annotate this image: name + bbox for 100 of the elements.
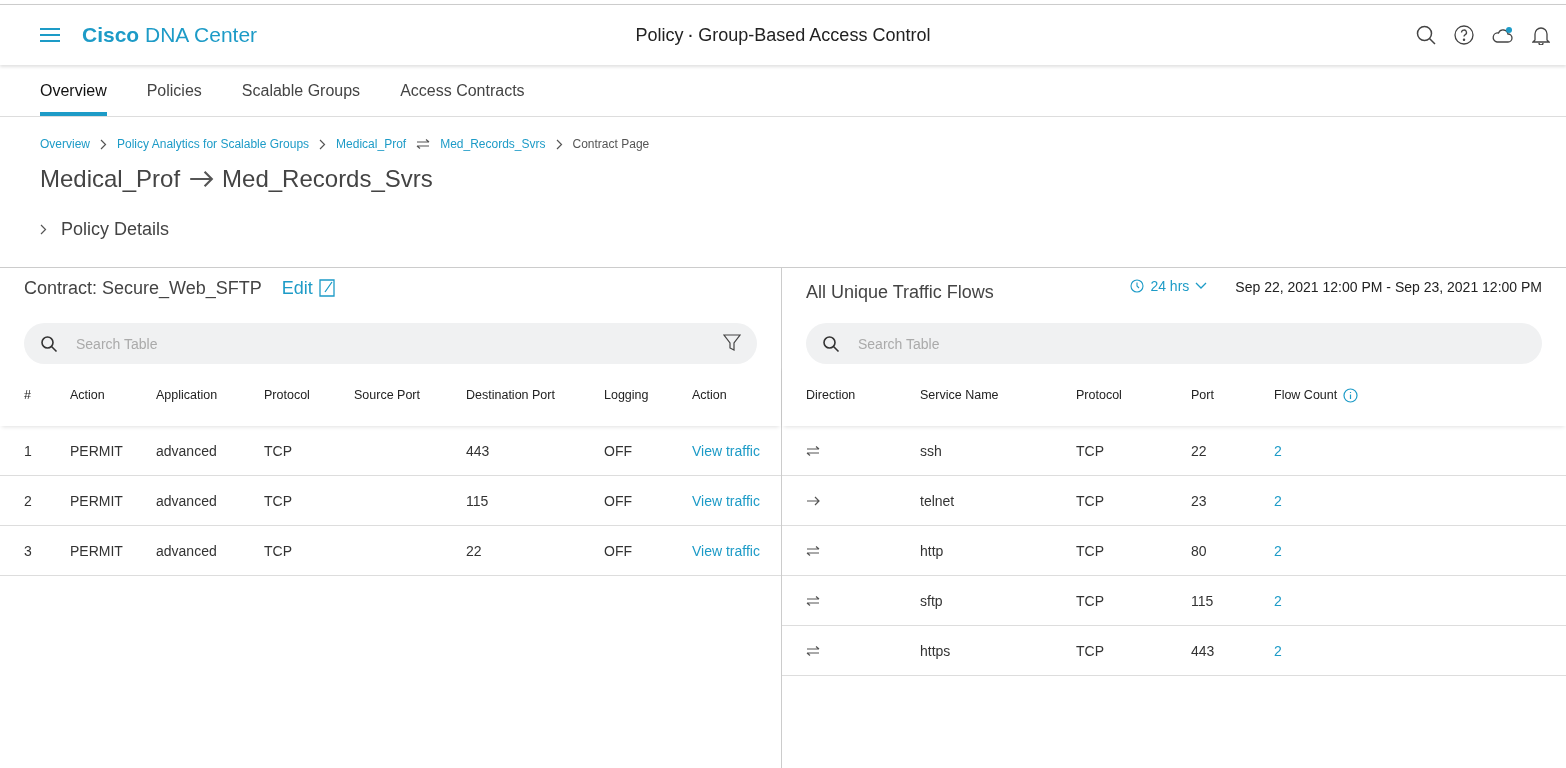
column-header: Service Name <box>920 388 1000 402</box>
edit-button[interactable]: Edit <box>281 277 335 299</box>
policy-details-toggle[interactable]: Policy Details <box>40 219 170 240</box>
column-header: Action <box>70 388 106 402</box>
table-cell-text: TCP <box>264 542 293 559</box>
breadcrumb-link[interactable]: Overview <box>40 137 90 151</box>
table-cell-text: https <box>920 642 952 659</box>
table-cell-text: TCP <box>1076 592 1105 609</box>
edit-icon <box>318 279 335 297</box>
view-traffic-link[interactable]: View traffic <box>692 542 781 559</box>
cloud-icon[interactable] <box>1492 26 1514 44</box>
app-logo[interactable]: Cisco DNA Center <box>82 23 258 47</box>
column-header: Flow Count <box>1274 388 1338 402</box>
column-header: # <box>24 388 32 402</box>
breadcrumb-link[interactable]: Med_Records_Svrs <box>440 137 546 151</box>
nav-tab[interactable]: Policies <box>146 65 202 116</box>
search-icon <box>822 335 840 353</box>
table-cell-text: advanced <box>156 442 218 459</box>
contract-title: Contract: Secure_Web_SFTP <box>24 277 262 299</box>
table-cell-text: 80 <box>1191 542 1208 559</box>
flow-count-link[interactable]: 2 <box>1274 542 1566 559</box>
info-icon[interactable] <box>1343 387 1359 403</box>
column-header: Protocol <box>1076 388 1123 402</box>
table-cell-text: TCP <box>264 492 293 509</box>
breadcrumb-current: Contract Page <box>572 137 650 151</box>
source-group-title: Medical_Prof <box>40 165 181 193</box>
table-cell-text: advanced <box>156 542 218 559</box>
search-field[interactable]: Search Table <box>24 323 757 364</box>
swap-arrows-icon <box>416 139 431 149</box>
table-cell-text: TCP <box>1076 542 1105 559</box>
menu-button[interactable] <box>40 28 60 42</box>
table-cell-text: ssh <box>920 442 943 459</box>
table-cell-text: 2 <box>24 492 33 509</box>
table-cell-text: PERMIT <box>70 442 124 459</box>
table-cell-text: 115 <box>1191 592 1215 609</box>
chevron-down-icon <box>1195 282 1208 290</box>
table-cell-text: 3 <box>24 542 33 559</box>
table-cell-text: TCP <box>1076 492 1105 509</box>
bidirectional-arrows-icon <box>806 595 820 606</box>
bidirectional-arrows-icon <box>806 445 820 456</box>
menu-icon <box>40 28 60 42</box>
column-header: Logging <box>604 388 650 402</box>
notification-bell-icon[interactable] <box>1532 25 1550 45</box>
table-cell-text: OFF <box>604 442 633 459</box>
page-heading: Policy · Group-Based Access Control <box>635 24 931 45</box>
view-traffic-link[interactable]: View traffic <box>692 492 781 509</box>
search-icon <box>40 335 58 353</box>
clock-icon <box>1130 279 1145 293</box>
table-cell-text: telnet <box>920 492 956 509</box>
table-cell-text: TCP <box>1076 642 1105 659</box>
table-cell-text: PERMIT <box>70 542 124 559</box>
column-header: Direction <box>806 388 857 402</box>
column-header: Destination Port <box>466 388 556 402</box>
breadcrumb-link[interactable]: Policy Analytics for Scalable Groups <box>117 137 310 151</box>
nav-tab[interactable]: Access Contracts <box>400 65 525 116</box>
table-cell-text: http <box>920 542 945 559</box>
time-range-dropdown[interactable]: 24 hrs <box>1130 278 1208 294</box>
right-arrow-icon <box>806 495 820 506</box>
nav-tab[interactable]: Overview <box>40 65 107 116</box>
filter-icon <box>723 334 741 352</box>
help-icon[interactable] <box>1454 25 1474 45</box>
flow-count-link[interactable]: 2 <box>1274 642 1566 659</box>
table-cell-text: 443 <box>466 442 491 459</box>
chevron-right-icon <box>40 224 47 235</box>
table-cell-text: TCP <box>264 442 293 459</box>
column-header: Protocol <box>264 388 311 402</box>
table-cell-text: PERMIT <box>70 492 124 509</box>
filter-button[interactable] <box>723 334 741 352</box>
bidirectional-arrows-icon <box>806 645 820 656</box>
column-header: Port <box>1191 388 1215 402</box>
search-field[interactable]: Search Table <box>806 323 1542 364</box>
table-cell-text: 22 <box>1191 442 1208 459</box>
chevron-right-icon <box>100 138 107 150</box>
table-cell-text: OFF <box>604 542 633 559</box>
table-cell-text: 1 <box>24 442 33 459</box>
breadcrumb-link[interactable]: Medical_Prof <box>336 137 407 151</box>
table-cell-text: 115 <box>466 492 490 509</box>
flow-count-link[interactable]: 2 <box>1274 442 1566 459</box>
chevron-right-icon <box>555 138 563 150</box>
table-cell-text: advanced <box>156 492 218 509</box>
column-header: Application <box>156 388 219 402</box>
view-traffic-link[interactable]: View traffic <box>692 442 781 459</box>
nav-tab[interactable]: Scalable Groups <box>241 65 361 116</box>
search-icon[interactable] <box>1416 25 1436 45</box>
right-arrow-icon <box>188 170 215 188</box>
bidirectional-arrows-icon <box>806 545 820 556</box>
table-cell-text: 22 <box>466 542 483 559</box>
date-range: Sep 22, 2021 12:00 PM - Sep 23, 2021 12:00 PM <box>1235 279 1542 295</box>
chevron-right-icon <box>319 138 327 150</box>
flow-count-link[interactable]: 2 <box>1274 492 1566 509</box>
table-cell-text: 23 <box>1191 492 1208 509</box>
table-cell-text: 443 <box>1191 642 1216 659</box>
table-cell-text: OFF <box>604 492 633 509</box>
table-cell-text: sftp <box>920 592 944 609</box>
flow-count-link[interactable]: 2 <box>1274 592 1566 609</box>
flows-title: All Unique Traffic Flows <box>806 282 994 303</box>
column-header: Action <box>692 388 728 402</box>
column-header: Source Port <box>354 388 421 402</box>
destination-group-title: Med_Records_Svrs <box>222 165 433 193</box>
table-cell-text: TCP <box>1076 442 1105 459</box>
